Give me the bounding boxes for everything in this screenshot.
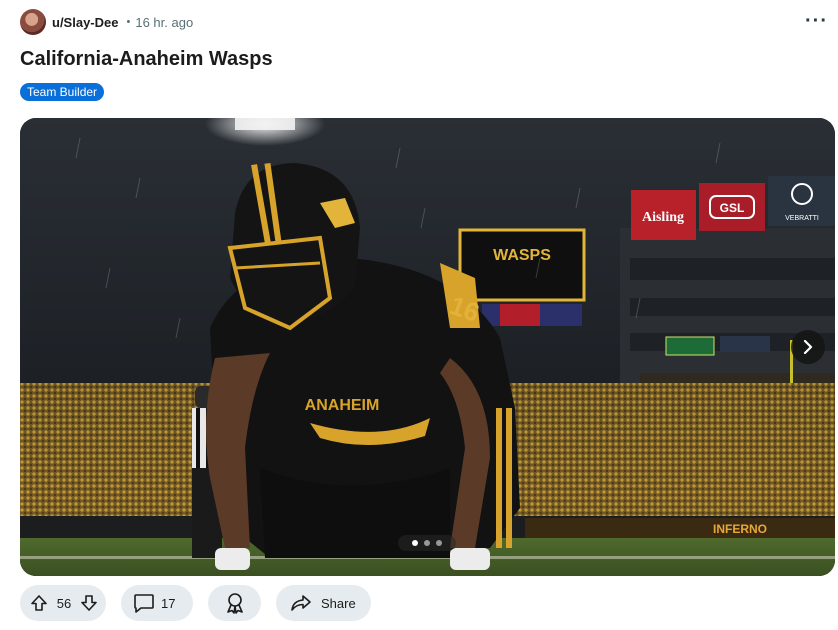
post-header: u/Slay-Dee • 16 hr. ago bbox=[20, 9, 193, 35]
post-actions: 56 17 Share bbox=[20, 585, 371, 621]
upvote-count: 56 bbox=[56, 595, 72, 611]
comment-icon bbox=[134, 594, 154, 613]
football-scene-image: Aisling GSL VEBRATTI WASPS INFERNO 16 AN… bbox=[20, 118, 835, 576]
carousel-indicator[interactable] bbox=[398, 535, 456, 551]
svg-text:INFERNO: INFERNO bbox=[713, 522, 767, 536]
svg-text:Aisling: Aisling bbox=[642, 210, 684, 225]
carousel-next-button[interactable] bbox=[791, 330, 825, 364]
vote-control: 56 bbox=[20, 585, 106, 621]
award-icon bbox=[226, 593, 243, 614]
carousel-dot[interactable] bbox=[436, 540, 442, 546]
svg-text:GSL: GSL bbox=[720, 201, 745, 215]
comment-count: 17 bbox=[161, 595, 176, 611]
scoreboard bbox=[458, 228, 586, 302]
avatar[interactable] bbox=[20, 9, 46, 35]
share-label: Share bbox=[321, 595, 356, 611]
upvote-icon[interactable] bbox=[30, 594, 48, 612]
separator-dot: • bbox=[126, 16, 131, 28]
more-options-icon[interactable]: ··· bbox=[805, 9, 828, 33]
downvote-icon[interactable] bbox=[80, 594, 98, 612]
flair-badge[interactable]: Team Builder bbox=[20, 83, 105, 101]
award-button[interactable] bbox=[208, 585, 261, 621]
post-time: 16 hr. ago bbox=[135, 14, 194, 30]
svg-text:ANAHEIM: ANAHEIM bbox=[305, 397, 380, 414]
svg-text:VEBRATTI: VEBRATTI bbox=[785, 215, 819, 222]
carousel-dot[interactable] bbox=[412, 540, 418, 546]
svg-text:WASPS: WASPS bbox=[493, 247, 551, 264]
post-image[interactable]: Aisling GSL VEBRATTI WASPS INFERNO 16 AN… bbox=[20, 118, 835, 576]
chevron-right-icon bbox=[803, 340, 813, 354]
share-icon bbox=[291, 595, 311, 611]
share-button[interactable]: Share bbox=[276, 585, 371, 621]
post-title[interactable]: California-Anaheim Wasps bbox=[20, 48, 273, 71]
carousel-dot[interactable] bbox=[424, 540, 430, 546]
player-helmet bbox=[230, 163, 360, 323]
username[interactable]: u/Slay-Dee bbox=[52, 15, 118, 30]
comments-button[interactable]: 17 bbox=[121, 585, 193, 621]
